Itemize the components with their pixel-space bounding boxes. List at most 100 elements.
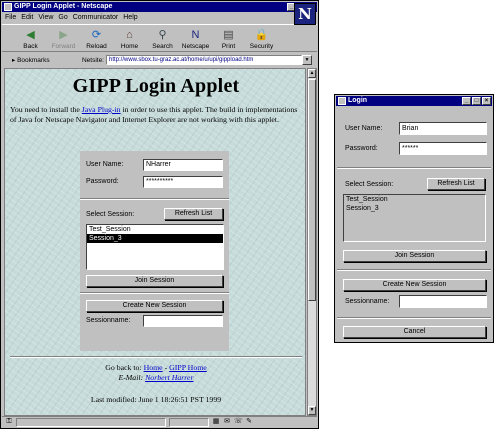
- list-item[interactable]: Test_Session: [344, 195, 485, 204]
- toolbar-label: Netscape: [181, 43, 210, 50]
- last-modified-text: Last modified: June 1 18:26:51 PST 1999: [90, 395, 222, 404]
- sessionname-label: Sessionname:: [86, 317, 131, 324]
- user-name-label: User Name:: [86, 161, 124, 168]
- page-content: GIPP Login Applet You need to install th…: [4, 68, 306, 416]
- gipp-home-link[interactable]: GIPP Home: [169, 363, 207, 372]
- cancel-button[interactable]: Cancel: [343, 326, 486, 338]
- create-new-session-button[interactable]: Create New Session: [86, 300, 223, 312]
- print-button[interactable]: ▤ Print: [212, 25, 245, 52]
- sessionname-label: Sessionname:: [345, 298, 390, 305]
- progress-field: [169, 417, 209, 427]
- composer-icon[interactable]: ✎: [245, 418, 253, 426]
- discussion-icon[interactable]: ☏: [234, 418, 243, 426]
- toolbar-label: Back: [23, 43, 38, 50]
- divider: [80, 292, 229, 294]
- location-bar: ▸ Bookmarks Netsite: http://www.sbox.tu-…: [2, 54, 317, 66]
- session-list[interactable]: Test_Session Session_3: [343, 194, 486, 242]
- url-dropdown-button[interactable]: ▼: [302, 55, 312, 65]
- select-session-label: Select Session:: [86, 211, 135, 218]
- toolbar-label: Security: [249, 43, 274, 50]
- browser-window-title: GIPP Login Applet - Netscape: [14, 3, 113, 10]
- login-window: Login _ □ × User Name: Brian Password: *…: [334, 94, 494, 343]
- java-icon: [338, 97, 346, 105]
- divider: [337, 167, 491, 169]
- navigation-toolbar: ◀ Back ▶ Forward ⟳ Reload ⌂ Home ⚲ Search N Netscap…: [2, 24, 317, 52]
- close-button[interactable]: ×: [482, 97, 491, 105]
- scroll-up-button[interactable]: ▲: [308, 69, 316, 78]
- menu-view[interactable]: View: [38, 13, 53, 23]
- bookmarks-button[interactable]: ▸ Bookmarks: [12, 56, 72, 64]
- password-field[interactable]: ******: [399, 142, 487, 155]
- sessionname-field[interactable]: [399, 295, 487, 308]
- login-window-title: Login: [348, 97, 368, 104]
- join-session-button[interactable]: Join Session: [343, 250, 486, 262]
- scroll-thumb[interactable]: [308, 79, 316, 301]
- toolbar-label: Reload: [86, 43, 107, 50]
- sessionname-field[interactable]: [143, 315, 223, 327]
- minimize-button[interactable]: _: [462, 97, 471, 105]
- reload-button[interactable]: ⟳ Reload: [80, 25, 113, 52]
- refresh-list-button[interactable]: Refresh List: [427, 178, 485, 190]
- list-item[interactable]: Session_3: [344, 204, 485, 213]
- menu-file[interactable]: File: [5, 13, 16, 23]
- email-line: E-Mail: Norbert Harrer: [118, 373, 194, 382]
- netscape-button[interactable]: N Netscape: [179, 25, 212, 52]
- session-list[interactable]: Test_Session Session_3: [86, 224, 224, 270]
- password-label: Password:: [345, 145, 378, 152]
- email-link[interactable]: Norbert Harrer: [145, 373, 193, 382]
- reload-icon: ⟳: [91, 29, 102, 41]
- status-message-field: [16, 417, 166, 427]
- join-session-button[interactable]: Join Session: [86, 275, 223, 287]
- menu-help[interactable]: Help: [123, 13, 137, 23]
- list-item[interactable]: Test_Session: [87, 225, 223, 234]
- vertical-scrollbar[interactable]: ▲ ▼: [307, 68, 317, 416]
- intro-text: You need to install the Java Plug-in in …: [10, 105, 298, 124]
- mail-icon[interactable]: ✉: [223, 418, 231, 426]
- menu-go[interactable]: Go: [58, 13, 67, 23]
- netscape-logo-icon: N: [294, 3, 316, 25]
- back-arrow-icon: ◀: [26, 29, 35, 41]
- component-bar-icon[interactable]: ▦: [212, 418, 220, 426]
- footer-divider: [10, 356, 302, 358]
- login-title-bar: Login _ □ ×: [336, 96, 492, 106]
- refresh-list-button[interactable]: Refresh List: [164, 208, 223, 220]
- home-link[interactable]: Home: [144, 363, 163, 372]
- password-label: Password:: [86, 178, 119, 185]
- user-name-field[interactable]: NHarrer: [143, 159, 223, 171]
- maximize-button[interactable]: □: [472, 97, 481, 105]
- home-button[interactable]: ⌂ Home: [113, 25, 146, 52]
- menu-communicator[interactable]: Communicator: [73, 13, 119, 23]
- toolbar-label: Search: [152, 43, 173, 50]
- toolbar-label: Print: [221, 43, 236, 50]
- menu-edit[interactable]: Edit: [21, 13, 33, 23]
- user-name-label: User Name:: [345, 125, 383, 132]
- window-app-icon: [4, 3, 12, 11]
- select-session-label: Select Session:: [345, 181, 394, 188]
- search-button[interactable]: ⚲ Search: [146, 25, 179, 52]
- search-icon: ⚲: [158, 29, 167, 41]
- netsite-label: Netsite:: [81, 56, 104, 64]
- netscape-icon: N: [191, 29, 200, 41]
- browser-title-bar: GIPP Login Applet - Netscape _ □ ×: [2, 2, 317, 12]
- login-applet: User Name: NHarrer Password: ********** …: [80, 151, 229, 351]
- divider: [337, 317, 491, 319]
- divider: [337, 269, 491, 271]
- forward-button: ▶ Forward: [47, 25, 80, 52]
- security-status-icon: ⚿: [6, 418, 12, 425]
- list-item[interactable]: Session_3: [87, 234, 223, 243]
- create-new-session-button[interactable]: Create New Session: [343, 279, 486, 291]
- url-field[interactable]: http://www.sbox.tu-graz.ac.at/home/u/upi…: [106, 55, 302, 65]
- toolbar-label: Forward: [51, 43, 76, 50]
- netscape-window: GIPP Login Applet - Netscape _ □ × File …: [0, 0, 319, 429]
- divider: [80, 198, 229, 200]
- page-title: GIPP Login Applet: [72, 75, 240, 97]
- user-name-field[interactable]: Brian: [399, 122, 487, 135]
- toolbar-label: Home: [120, 43, 139, 50]
- scroll-down-button[interactable]: ▼: [308, 406, 316, 415]
- password-field[interactable]: **********: [143, 176, 223, 188]
- java-plugin-link[interactable]: Java Plug-in: [82, 105, 121, 114]
- security-button[interactable]: 🔒 Security: [245, 25, 278, 52]
- home-icon: ⌂: [126, 29, 133, 41]
- go-back-line: Go back to: Home - GIPP Home: [105, 363, 207, 372]
- back-button[interactable]: ◀ Back: [14, 25, 47, 52]
